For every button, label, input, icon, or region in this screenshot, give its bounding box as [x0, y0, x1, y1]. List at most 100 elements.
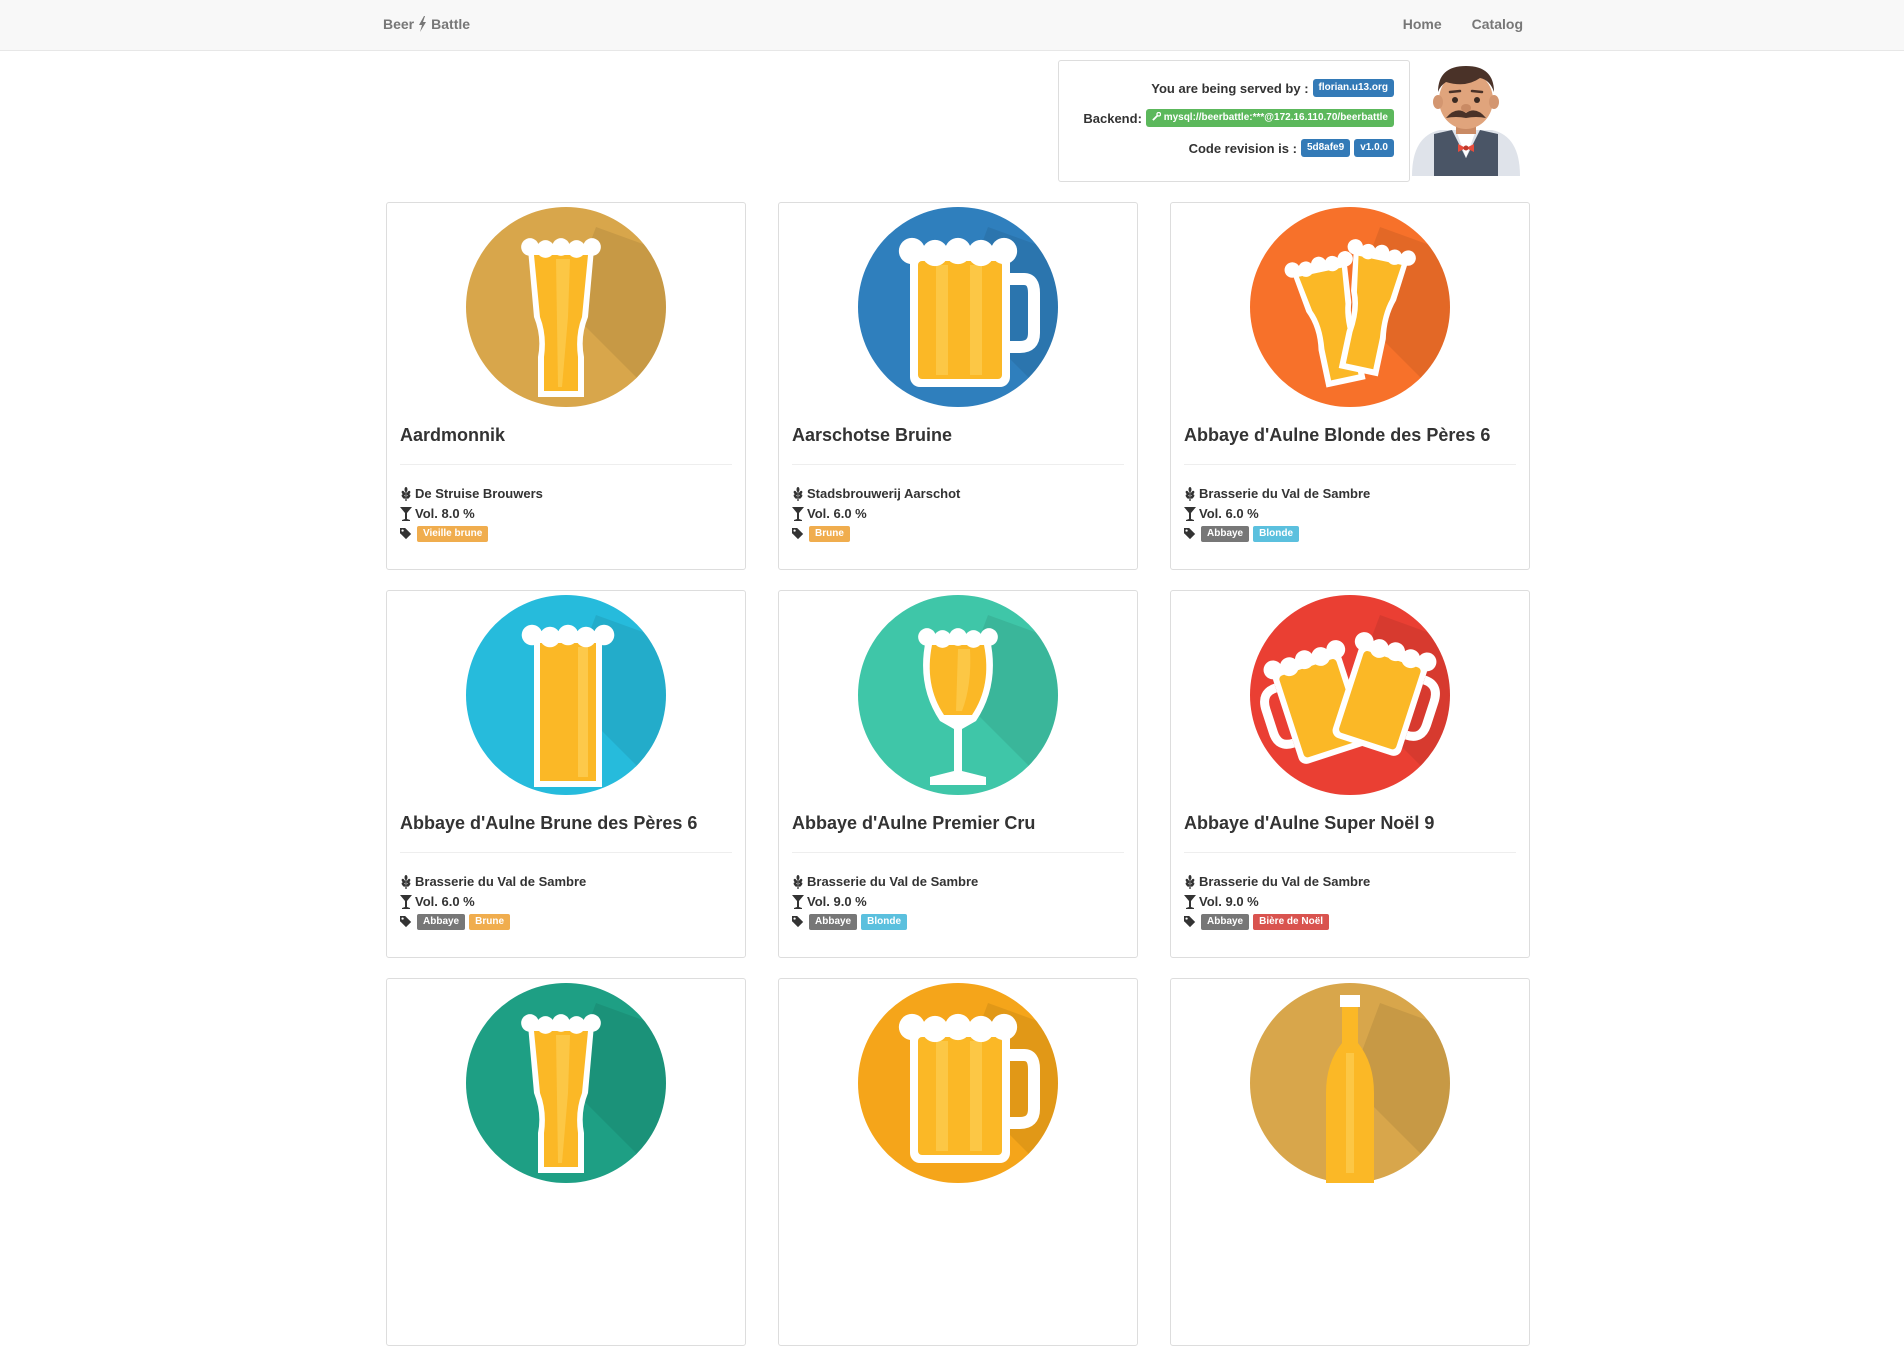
beer-tag: Vieille brune [417, 526, 489, 542]
brand-right: Battle [431, 16, 471, 32]
beer-tag: Abbaye [1201, 526, 1250, 542]
brewery-name: Brasserie du Val de Sambre [807, 874, 979, 889]
brand-link[interactable]: Beer Battle [383, 16, 470, 32]
beer-name: Aarschotse Bruine [792, 425, 953, 445]
beer-volume: Vol. 6.0 % [1199, 506, 1259, 521]
brewery-line: De Struise Brouwers [400, 486, 543, 501]
volume-line: Vol. 9.0 % [792, 894, 867, 909]
volume-line: Vol. 6.0 % [792, 506, 867, 521]
beer-card[interactable]: Aarschotse Bruine Stadsbrouwerij Aarscho… [778, 202, 1138, 570]
beer-tags: Abbaye Blonde [809, 914, 908, 930]
navbar: Beer Battle Home Catalog [0, 0, 1904, 51]
glass-icon [400, 894, 412, 909]
waiter-avatar [1412, 66, 1520, 176]
wheat-icon [793, 874, 803, 889]
beer-glass-illustration [1250, 983, 1450, 1183]
card-divider [1184, 852, 1516, 853]
beer-glass-illustration [466, 983, 666, 1183]
nav-links: Home Catalog [1403, 16, 1523, 32]
beer-card[interactable]: Abbaye d'Aulne Premier Cru Brasserie du … [778, 590, 1138, 958]
brewery-name: Stadsbrouwerij Aarschot [807, 486, 961, 501]
beer-tag: Abbaye [417, 914, 466, 930]
backend-row: Backend: mysql://beerbattle:***@172.16.1… [1083, 109, 1394, 127]
glass-icon [1184, 506, 1196, 521]
wheat-icon [793, 486, 803, 501]
beer-glass-illustration [858, 595, 1058, 795]
volume-line: Vol. 9.0 % [1184, 894, 1259, 909]
beer-volume: Vol. 6.0 % [807, 506, 867, 521]
revision-hash-badge: 5d8afe9 [1300, 139, 1351, 157]
wheat-icon [401, 874, 411, 889]
card-divider [400, 852, 732, 853]
beer-card[interactable] [778, 978, 1138, 1346]
tags-icon [400, 528, 412, 540]
card-divider [792, 852, 1124, 853]
backend-value: mysql://beerbattle:***@172.16.110.70/bee… [1163, 112, 1388, 123]
beer-name: Abbaye d'Aulne Premier Cru [792, 813, 1036, 833]
brewery-name: Brasserie du Val de Sambre [415, 874, 587, 889]
brewery-line: Brasserie du Val de Sambre [1184, 874, 1370, 889]
backend-label: Backend: [1083, 110, 1142, 126]
beer-tags: Brune [809, 526, 850, 542]
beer-glass-illustration [858, 983, 1058, 1183]
wrench-icon [1152, 111, 1162, 121]
beer-glass-illustration [1250, 207, 1450, 407]
beer-card[interactable]: Abbaye d'Aulne Super Noël 9 Brasserie du… [1170, 590, 1530, 958]
volume-line: Vol. 6.0 % [400, 894, 475, 909]
tags-line: Brune [792, 526, 850, 542]
brewery-line: Brasserie du Val de Sambre [792, 874, 978, 889]
glass-icon [400, 506, 412, 521]
beer-tags: Abbaye Bière de Noël [1201, 914, 1330, 930]
beer-volume: Vol. 9.0 % [807, 894, 867, 909]
brewery-line: Brasserie du Val de Sambre [1184, 486, 1370, 501]
wheat-icon [1185, 874, 1195, 889]
beer-tag: Brune [469, 914, 511, 930]
brewery-line: Brasserie du Val de Sambre [400, 874, 586, 889]
revision-label: Code revision is : [1188, 140, 1297, 156]
tags-icon [1184, 528, 1196, 540]
beer-glass-illustration [466, 207, 666, 407]
wheat-icon [401, 486, 411, 501]
beer-card[interactable]: Aardmonnik De Struise Brouwers Vol. 8.0 … [386, 202, 746, 570]
beer-tag: Abbaye [809, 914, 858, 930]
beer-tag: Blonde [1253, 526, 1300, 542]
backend-badge: mysql://beerbattle:***@172.16.110.70/bee… [1145, 109, 1394, 127]
beer-tag: Blonde [861, 914, 908, 930]
lightning-icon [419, 16, 427, 32]
beer-glass-illustration [858, 207, 1058, 407]
beer-tags: Abbaye Brune [417, 914, 511, 930]
brewery-line: Stadsbrouwerij Aarschot [792, 486, 960, 501]
beer-tags: Abbaye Blonde [1201, 526, 1300, 542]
nav-catalog-link[interactable]: Catalog [1472, 16, 1523, 32]
beer-volume: Vol. 8.0 % [415, 506, 475, 521]
beer-name: Abbaye d'Aulne Brune des Pères 6 [400, 813, 698, 833]
beer-tags: Vieille brune [417, 526, 489, 542]
beer-card[interactable]: Abbaye d'Aulne Brune des Pères 6 Brasser… [386, 590, 746, 958]
glass-icon [1184, 894, 1196, 909]
tags-icon [792, 528, 804, 540]
tags-line: Abbaye Bière de Noël [1184, 914, 1330, 930]
beer-glass-illustration [466, 595, 666, 795]
tags-line: Abbaye Blonde [1184, 526, 1300, 542]
volume-line: Vol. 6.0 % [1184, 506, 1259, 521]
brand-left: Beer [383, 16, 415, 32]
brewery-name: Brasserie du Val de Sambre [1199, 874, 1371, 889]
beer-tag: Abbaye [1201, 914, 1250, 930]
beer-card[interactable]: Abbaye d'Aulne Blonde des Pères 6 Brasse… [1170, 202, 1530, 570]
beer-name: Abbaye d'Aulne Super Noël 9 [1184, 813, 1435, 833]
tags-line: Abbaye Brune [400, 914, 511, 930]
nav-home-link[interactable]: Home [1403, 16, 1442, 32]
beer-card[interactable] [1170, 978, 1530, 1346]
beer-card[interactable] [386, 978, 746, 1346]
card-divider [400, 464, 732, 465]
volume-line: Vol. 8.0 % [400, 506, 475, 521]
beer-volume: Vol. 9.0 % [1199, 894, 1259, 909]
server-info-panel: You are being served by : florian.u13.or… [1058, 60, 1410, 182]
tags-line: Abbaye Blonde [792, 914, 908, 930]
beer-name: Abbaye d'Aulne Blonde des Pères 6 [1184, 425, 1491, 445]
beer-name: Aardmonnik [400, 425, 506, 445]
tags-icon [1184, 916, 1196, 928]
wheat-icon [1185, 486, 1195, 501]
card-divider [1184, 464, 1516, 465]
brewery-name: Brasserie du Val de Sambre [1199, 486, 1371, 501]
